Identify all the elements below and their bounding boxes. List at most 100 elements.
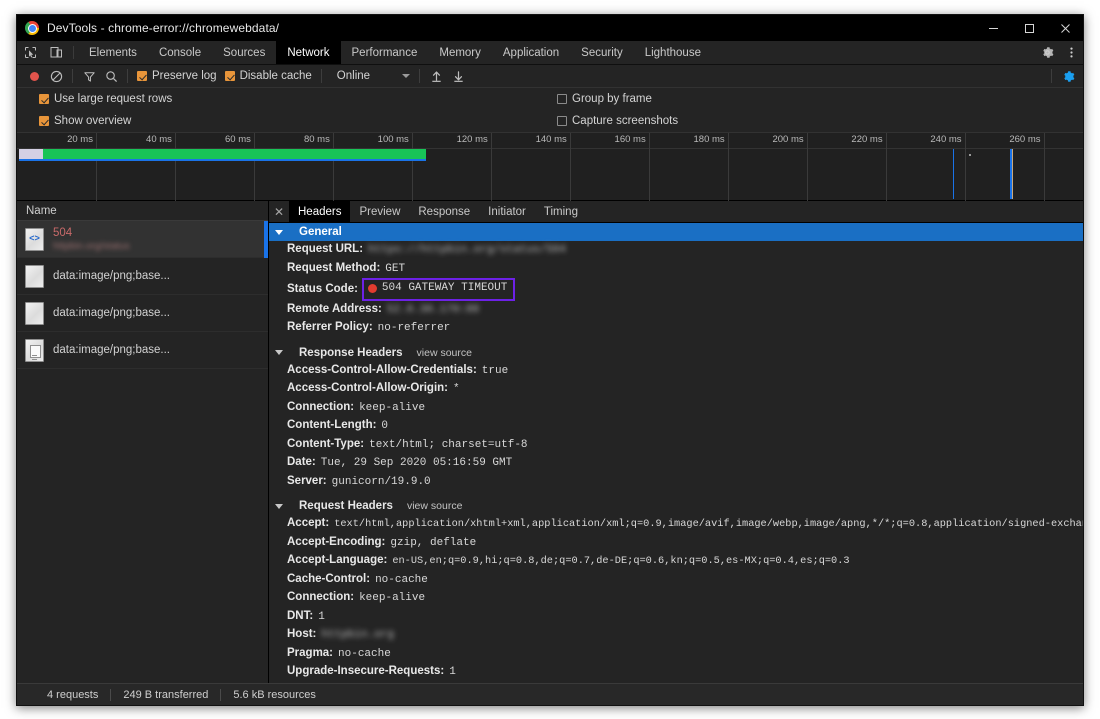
- chrome-logo-icon: [25, 21, 39, 35]
- table-row[interactable]: data:image/png;base...: [17, 332, 268, 369]
- preserve-log-checkbox[interactable]: Preserve log: [133, 70, 221, 82]
- timeline-bars: [17, 149, 1083, 201]
- header-key: Remote Address:: [287, 301, 382, 319]
- network-settings-gear-icon[interactable]: [1057, 65, 1079, 87]
- minimize-button[interactable]: [975, 15, 1011, 41]
- inspect-element-icon[interactable]: [17, 41, 43, 64]
- section-header-general[interactable]: General: [269, 223, 1083, 241]
- header-row: Request Method: GET: [269, 260, 1083, 279]
- header-value: en-US,en;q=0.9,hi;q=0.8,de;q=0.7,de-DE;q…: [392, 553, 849, 571]
- import-har-icon[interactable]: [425, 65, 447, 87]
- tab-elements[interactable]: Elements: [78, 41, 148, 64]
- capture-screenshots-checkbox[interactable]: Capture screenshots: [557, 115, 682, 127]
- header-key: Request URL:: [287, 241, 363, 259]
- tab-sources[interactable]: Sources: [212, 41, 276, 64]
- request-name-cell: data:image/png;base...: [53, 307, 170, 319]
- tab-memory[interactable]: Memory: [428, 41, 492, 64]
- view-source-link[interactable]: view source: [407, 500, 462, 512]
- filter-icon[interactable]: [78, 65, 100, 87]
- section-header-response-headers[interactable]: Response Headers view source: [269, 344, 1083, 362]
- more-vertical-icon[interactable]: [1059, 41, 1083, 64]
- search-icon[interactable]: [100, 65, 122, 87]
- close-button[interactable]: [1047, 15, 1083, 41]
- group-by-frame-box: [557, 94, 567, 104]
- disable-cache-checkbox[interactable]: Disable cache: [221, 70, 316, 82]
- throttle-select[interactable]: Online: [327, 70, 414, 82]
- header-value: *: [453, 381, 460, 399]
- tab-performance[interactable]: Performance: [341, 41, 429, 64]
- timeline-tick-label: 200 ms: [772, 134, 806, 145]
- network-overview-timeline[interactable]: 20 ms40 ms60 ms80 ms100 ms120 ms140 ms16…: [17, 133, 1083, 201]
- tab-console[interactable]: Console: [148, 41, 212, 64]
- header-value: 1: [318, 609, 325, 627]
- header-row: Referrer Policy: no-referrer: [269, 319, 1083, 338]
- chevron-down-icon: [402, 74, 410, 78]
- header-row: Date:Tue, 29 Sep 2020 05:16:59 GMT: [269, 454, 1083, 473]
- status-badge: 504 GATEWAY TIMEOUT: [362, 278, 515, 301]
- tab-response[interactable]: Response: [409, 201, 479, 222]
- device-toolbar-icon[interactable]: [43, 41, 69, 64]
- table-row[interactable]: <> 504 httpbin.org/status: [17, 221, 268, 258]
- show-overview-row[interactable]: Show overview: [17, 110, 1083, 132]
- group-by-frame-checkbox[interactable]: Group by frame: [557, 93, 656, 105]
- tab-lighthouse[interactable]: Lighthouse: [634, 41, 712, 64]
- request-url: httpbin.org/status: [53, 241, 130, 252]
- tab-headers[interactable]: Headers: [289, 201, 350, 222]
- use-large-request-rows-row[interactable]: Use large request rows: [17, 88, 1083, 110]
- header-key: Status Code:: [287, 281, 358, 299]
- header-value: text/html,application/xhtml+xml,applicat…: [334, 516, 1083, 534]
- status-code-value: 504 GATEWAY TIMEOUT: [382, 280, 507, 298]
- timeline-tick-label: 220 ms: [851, 134, 885, 145]
- timeline-tick-label: 40 ms: [146, 134, 175, 145]
- use-large-request-rows-checkbox[interactable]: Use large request rows: [39, 93, 176, 105]
- header-key: Connection:: [287, 399, 354, 417]
- timeline-tick-label: 80 ms: [304, 134, 333, 145]
- request-name-cell: data:image/png;base...: [53, 270, 170, 282]
- network-toolbar: Preserve log Disable cache Online: [17, 65, 1083, 88]
- capture-screenshots-row[interactable]: Capture screenshots: [557, 110, 682, 132]
- close-panel-icon[interactable]: ✕: [269, 201, 289, 222]
- header-key: Upgrade-Insecure-Requests:: [287, 663, 444, 681]
- toolbar-divider-3: [321, 69, 322, 83]
- export-har-icon[interactable]: [447, 65, 469, 87]
- header-row: Access-Control-Allow-Origin: *: [269, 380, 1083, 399]
- toolbar-divider-2: [127, 69, 128, 83]
- view-source-link[interactable]: view source: [417, 347, 472, 359]
- header-key: Date:: [287, 454, 316, 472]
- header-key: Accept-Encoding:: [287, 534, 385, 552]
- show-overview-checkbox[interactable]: Show overview: [39, 115, 135, 127]
- header-value: GET: [385, 261, 405, 279]
- group-by-frame-row[interactable]: Group by frame: [557, 88, 682, 110]
- request-name: data:image/png;base...: [53, 270, 170, 282]
- tab-timing[interactable]: Timing: [535, 201, 587, 222]
- header-key: Access-Control-Allow-Origin:: [287, 380, 448, 398]
- timing-segment-stalled: [19, 149, 43, 159]
- record-button[interactable]: [23, 65, 45, 87]
- header-key: Accept-Language:: [287, 552, 387, 570]
- clear-button[interactable]: [45, 65, 67, 87]
- section-header-request-headers[interactable]: Request Headers view source: [269, 497, 1083, 515]
- maximize-button[interactable]: [1011, 15, 1047, 41]
- timing-bar-underline: [19, 159, 426, 161]
- tab-initiator[interactable]: Initiator: [479, 201, 535, 222]
- request-list: Name <> 504 httpbin.org/status data:ima: [17, 201, 269, 683]
- timing-segment-download: [43, 149, 426, 159]
- timeline-event-dot: [969, 154, 971, 156]
- table-row[interactable]: data:image/png;base...: [17, 258, 268, 295]
- header-value: 0: [381, 418, 388, 436]
- header-key: Content-Type:: [287, 436, 364, 454]
- table-row[interactable]: data:image/png;base...: [17, 295, 268, 332]
- header-row: Connection:keep-alive: [269, 399, 1083, 418]
- request-detail-pane: ✕ Headers Preview Response Initiator Tim…: [269, 201, 1083, 683]
- header-key: Request Method:: [287, 260, 380, 278]
- tab-security[interactable]: Security: [570, 41, 634, 64]
- header-row: Content-Length:0: [269, 417, 1083, 436]
- tab-application[interactable]: Application: [492, 41, 570, 64]
- section-title: General: [299, 226, 342, 238]
- code-glyph: <>: [26, 234, 43, 244]
- status-bar: 4 requests 249 B transferred 5.6 kB reso…: [17, 683, 1083, 705]
- tab-network[interactable]: Network: [276, 41, 340, 64]
- gear-icon[interactable]: [1035, 41, 1059, 64]
- tab-preview[interactable]: Preview: [350, 201, 409, 222]
- request-list-header[interactable]: Name: [17, 201, 268, 221]
